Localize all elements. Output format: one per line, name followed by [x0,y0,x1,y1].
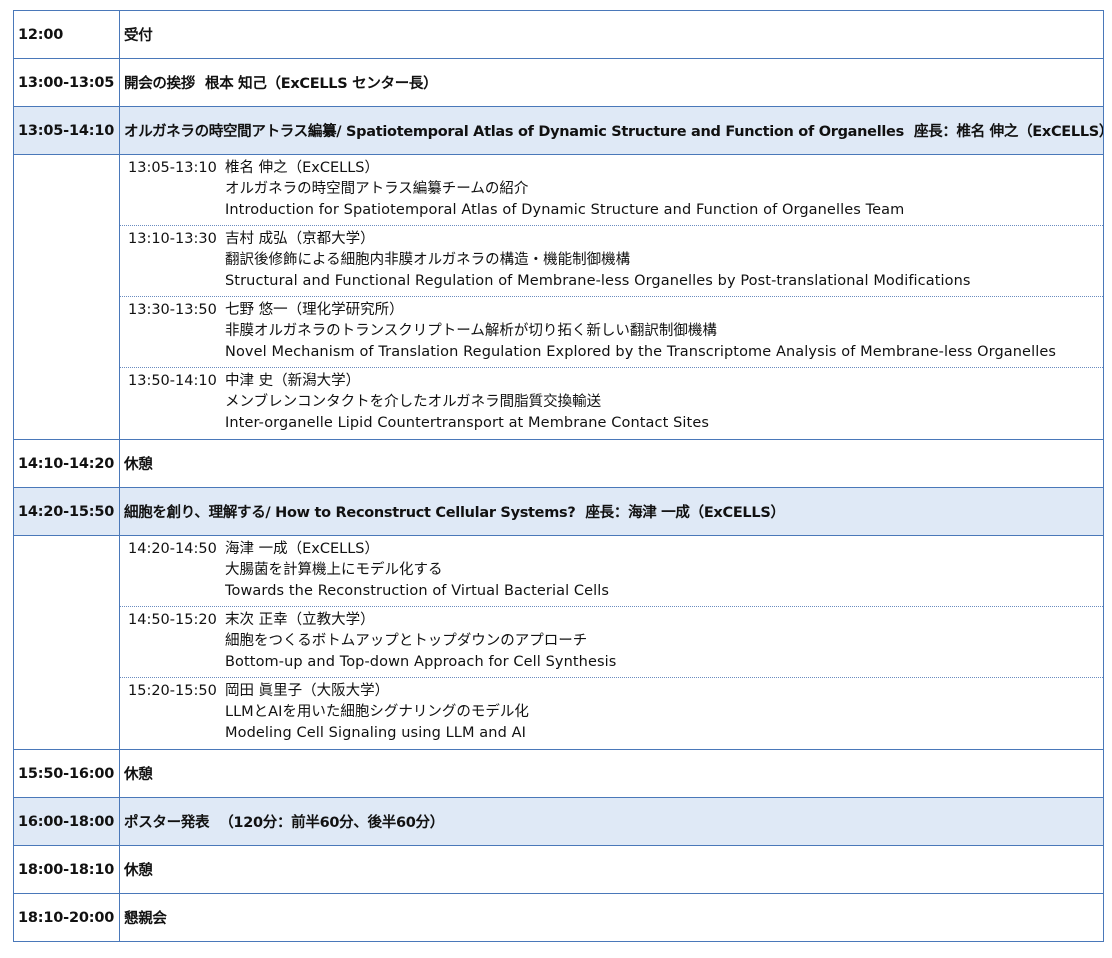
talk-title-en: Towards the Reconstruction of Virtual Ba… [225,583,610,599]
talk-title-ja: 大腸菌を計算機上にモデル化する [225,562,443,578]
talks-time-spacer [13,535,120,750]
row-title-cell: 開会の挨拶 根本 知己（ExCELLS センター長） [119,58,1104,107]
row-time: 16:00-18:00 [13,797,120,846]
talk-title-ja: LLMとAIを用いた細胞シグナリングのモデル化 [225,704,529,720]
talk-title-ja: メンブレンコンタクトを介したオルガネラ間脂質交換輸送 [225,394,602,410]
talk-time: 13:50-14:10 [128,373,217,389]
talk-speaker: 吉村 成弘（京都大学） [225,231,375,247]
opening-speaker: 根本 知己（ExCELLS センター長） [205,76,438,92]
talk-time: 13:30-13:50 [128,302,217,318]
talk-title-en: Novel Mechanism of Translation Regulatio… [225,344,1057,360]
session-chair: 座長：椎名 伸之（ExCELLS） [913,124,1104,140]
row-time: 13:00-13:05 [13,58,120,107]
schedule-row-break: 14:10-14:20 休憩 [13,439,1104,488]
talk-item: 14:20-14:50 海津 一成（ExCELLS） 大腸菌を計算機上にモデル化… [120,537,1103,607]
talk-item: 13:10-13:30 吉村 成弘（京都大学） 翻訳後修飾による細胞内非膜オルガ… [120,226,1103,297]
row-time: 12:00 [13,10,120,59]
talk-speaker: 椎名 伸之（ExCELLS） [225,160,379,176]
schedule-row-break: 15:50-16:00 休憩 [13,749,1104,798]
talk-speaker: 末次 正幸（立教大学） [225,612,375,628]
row-title: ポスター発表 [124,815,210,831]
talks-list: 14:20-14:50 海津 一成（ExCELLS） 大腸菌を計算機上にモデル化… [119,535,1104,750]
row-time: 18:10-20:00 [13,893,120,942]
session-title-cell: 細胞を創り、理解する/ How to Reconstruct Cellular … [119,487,1104,536]
row-time: 14:10-14:20 [13,439,120,488]
talk-title-ja: 翻訳後修飾による細胞内非膜オルガネラの構造・機能制御機構 [225,252,631,268]
row-title: 受付 [119,10,1104,59]
schedule-row-break: 18:00-18:10 休憩 [13,845,1104,894]
session-row-organelles: 13:05-14:10 オルガネラの時空間アトラス編纂/ Spatiotempo… [13,106,1104,155]
row-title: 休憩 [119,845,1104,894]
session-talks-organelles: 13:05-13:10 椎名 伸之（ExCELLS） オルガネラの時空間アトラス… [13,154,1104,440]
talk-item: 13:50-14:10 中津 史（新潟大学） メンブレンコンタクトを介したオルガ… [121,368,1103,439]
talk-title-ja: 細胞をつくるボトムアップとトップダウンのアプローチ [225,633,588,649]
session-row-cellular-systems: 14:20-15:50 細胞を創り、理解する/ How to Reconstru… [13,487,1104,536]
session-chair: 座長：海津 一成（ExCELLS） [585,505,785,521]
talk-title-ja: 非膜オルガネラのトランスクリプトーム解析が切り拓く新しい翻訳制御機構 [225,323,717,339]
talk-time: 14:20-14:50 [128,541,217,557]
talk-title-en: Modeling Cell Signaling using LLM and AI [225,725,526,741]
talk-time: 14:50-15:20 [128,612,217,628]
talk-item: 14:50-15:20 末次 正幸（立教大学） 細胞をつくるボトムアップとトップ… [120,607,1103,678]
schedule-row-poster: 16:00-18:00 ポスター発表 （120分：前半60分、後半60分） [13,797,1104,846]
program-schedule-table: 12:00 受付 13:00-13:05 開会の挨拶 根本 知己（ExCELLS … [13,10,1104,942]
session-time: 14:20-15:50 [13,487,120,536]
session-title: オルガネラの時空間アトラス編纂/ Spatiotemporal Atlas of… [124,124,904,140]
talk-speaker: 七野 悠一（理化学研究所） [225,302,404,318]
row-title: 懇親会 [119,893,1104,942]
session-title-cell: オルガネラの時空間アトラス編纂/ Spatiotemporal Atlas of… [119,106,1104,155]
session-time: 13:05-14:10 [13,106,120,155]
session-talks-cellular-systems: 14:20-14:50 海津 一成（ExCELLS） 大腸菌を計算機上にモデル化… [13,535,1104,750]
talk-speaker: 海津 一成（ExCELLS） [225,541,379,557]
talk-time: 13:10-13:30 [128,231,217,247]
row-title: 開会の挨拶 [124,76,195,92]
session-title: 細胞を創り、理解する/ How to Reconstruct Cellular … [124,505,576,521]
row-title-cell: ポスター発表 （120分：前半60分、後半60分） [119,797,1104,846]
talks-time-spacer [13,154,120,440]
poster-note: （120分：前半60分、後半60分） [219,815,444,831]
talk-title-en: Inter-organelle Lipid Countertransport a… [225,415,710,431]
talk-item: 13:30-13:50 七野 悠一（理化学研究所） 非膜オルガネラのトランスクリ… [120,297,1103,368]
talks-list: 13:05-13:10 椎名 伸之（ExCELLS） オルガネラの時空間アトラス… [119,154,1104,440]
talk-speaker: 岡田 眞里子（大阪大学） [225,683,390,699]
schedule-row-reception-party: 18:10-20:00 懇親会 [13,893,1104,942]
talk-time: 15:20-15:50 [128,683,217,699]
schedule-row-opening: 13:00-13:05 開会の挨拶 根本 知己（ExCELLS センター長） [13,58,1104,107]
row-time: 15:50-16:00 [13,749,120,798]
talk-time: 13:05-13:10 [128,160,217,176]
row-title: 休憩 [119,439,1104,488]
talk-item: 15:20-15:50 岡田 眞里子（大阪大学） LLMとAIを用いた細胞シグナ… [121,678,1103,749]
schedule-row-reception: 12:00 受付 [13,10,1104,59]
talk-title-en: Introduction for Spatiotemporal Atlas of… [225,202,905,218]
talk-item: 13:05-13:10 椎名 伸之（ExCELLS） オルガネラの時空間アトラス… [120,156,1103,226]
talk-title-ja: オルガネラの時空間アトラス編纂チームの紹介 [225,181,529,197]
row-title: 休憩 [119,749,1104,798]
talk-title-en: Structural and Functional Regulation of … [225,273,971,289]
talk-speaker: 中津 史（新潟大学） [225,373,361,389]
talk-title-en: Bottom-up and Top-down Approach for Cell… [225,654,617,670]
row-time: 18:00-18:10 [13,845,120,894]
